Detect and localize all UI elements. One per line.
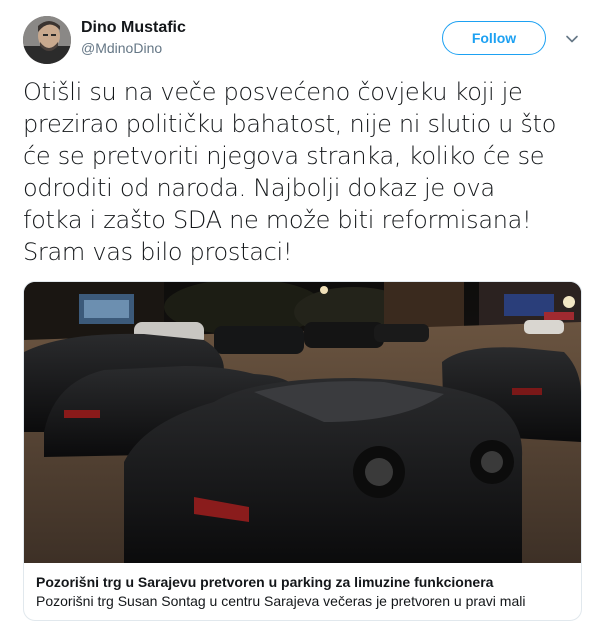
avatar-photo [23, 16, 71, 64]
link-card[interactable]: Pozorišni trg u Sarajevu pretvoren u par… [23, 281, 582, 621]
link-card-title[interactable]: Pozorišni trg u Sarajevu pretvoren u par… [36, 573, 493, 591]
tweet-text: Otišli su na veče posvećeno čovjeku koji… [23, 78, 557, 266]
follow-button[interactable]: Follow [442, 21, 546, 55]
tweet-container: Dino Mustafic @MdinoDino Follow Otišli s… [0, 0, 599, 621]
author-handle[interactable]: @MdinoDino [81, 38, 186, 58]
author-block[interactable]: Dino Mustafic @MdinoDino [81, 18, 186, 58]
avatar[interactable] [23, 16, 71, 64]
link-card-image[interactable] [24, 282, 581, 563]
author-name[interactable]: Dino Mustafic [81, 18, 186, 38]
chevron-down-icon [566, 35, 578, 43]
link-card-description: Pozorišni trg Susan Sontag u centru Sara… [36, 593, 526, 609]
more-options-button[interactable] [565, 32, 579, 46]
